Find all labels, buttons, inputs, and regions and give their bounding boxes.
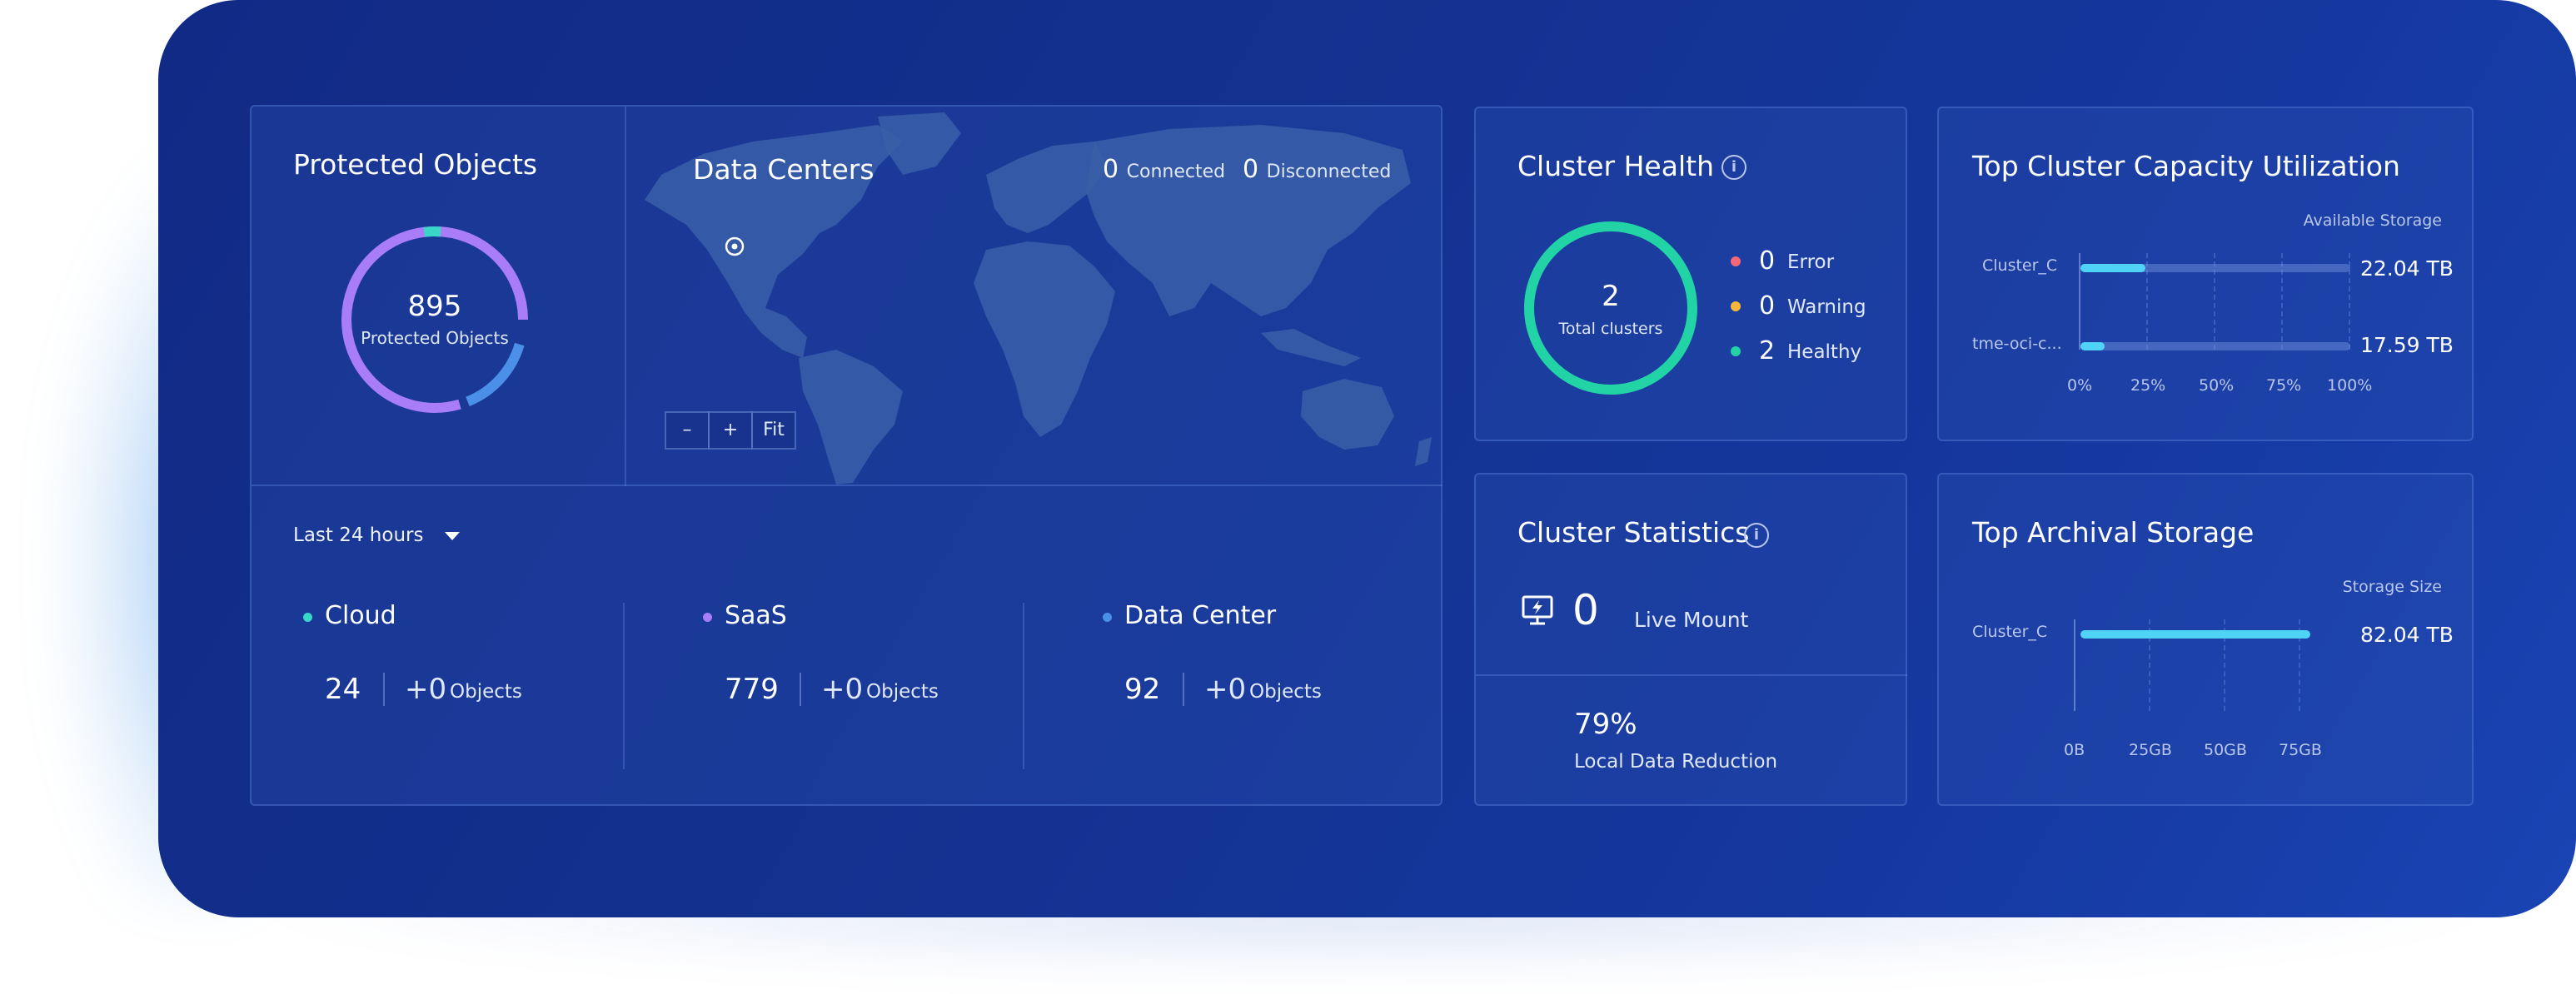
capacity-row-value: 22.04 TB: [2360, 256, 2454, 281]
archival-legend: Storage Size: [2342, 578, 2442, 596]
info-icon[interactable]: i: [1721, 155, 1746, 180]
archival-card: Top Archival Storage Storage Size Cluste…: [1937, 473, 2474, 806]
live-mount-count: 0: [1572, 586, 1599, 634]
time-filter-label: Last 24 hours: [293, 524, 424, 546]
cloud-label: Cloud: [325, 601, 396, 630]
connected-count: 0: [1103, 155, 1119, 184]
connected-label: Connected: [1126, 162, 1226, 182]
data-center-delta: +0: [1204, 673, 1247, 706]
live-mount-label: Live Mount: [1634, 608, 1749, 632]
error-label: Error: [1787, 251, 1835, 273]
zoom-in-button[interactable]: +: [708, 411, 753, 450]
archival-bar[interactable]: [2080, 630, 2310, 639]
disconnected-label: Disconnected: [1266, 162, 1392, 182]
divider: [625, 107, 626, 486]
warning-label: Warning: [1787, 296, 1866, 318]
healthy-label: Healthy: [1787, 341, 1862, 363]
saas-unit: Objects: [866, 681, 939, 703]
protected-objects-count: 895: [407, 290, 462, 323]
divider: [800, 673, 801, 706]
capacity-tick-label: 0%: [2067, 376, 2093, 395]
archival-tick-label: 25GB: [2129, 741, 2172, 759]
archival-tick-label: 0B: [2064, 741, 2085, 759]
capacity-title: Top Cluster Capacity Utilization: [1972, 150, 2400, 182]
capacity-tick-label: 50%: [2199, 376, 2235, 395]
saas-dot: [703, 613, 712, 622]
cloud-count: 24: [325, 673, 361, 706]
divider: [623, 603, 625, 769]
data-center-dot: [1103, 613, 1112, 622]
cluster-health-total: 2: [1602, 280, 1620, 313]
data-centers-disconnected: 0 Disconnected: [1243, 155, 1391, 184]
capacity-row-name: Cluster_C: [1982, 256, 2058, 275]
archival-axis: [2074, 619, 2075, 711]
archival-title: Top Archival Storage: [1972, 516, 2255, 549]
cloud-dot: [303, 613, 312, 622]
data-center-unit: Objects: [1249, 681, 1322, 703]
divider: [252, 485, 1442, 486]
data-center-label: Data Center: [1124, 601, 1277, 630]
divider: [1183, 673, 1184, 706]
archival-row-name: Cluster_C: [1972, 623, 2048, 641]
error-count: 0: [1759, 246, 1776, 276]
protected-objects-title: Protected Objects: [293, 148, 538, 181]
dashboard-frame: Protected Objects 895 Protected Objects: [158, 0, 2576, 917]
warning-dot: [1731, 301, 1741, 311]
fit-button[interactable]: Fit: [751, 411, 796, 450]
disconnected-count: 0: [1243, 155, 1259, 184]
data-centers-title: Data Centers: [693, 153, 874, 186]
healthy-count: 2: [1759, 336, 1776, 365]
capacity-tick-label: 75%: [2266, 376, 2302, 395]
capacity-bar[interactable]: [2080, 264, 2145, 272]
capacity-row-name: tme-oci-c...: [1972, 335, 2062, 353]
zoom-out-button[interactable]: –: [665, 411, 710, 450]
saas-delta: +0: [821, 673, 864, 706]
info-icon[interactable]: i: [1744, 523, 1769, 548]
error-dot: [1731, 256, 1741, 266]
cluster-health-card: Cluster Health i 2 Total clusters 0 Erro…: [1474, 107, 1907, 441]
overview-card: Protected Objects 895 Protected Objects: [250, 105, 1442, 806]
capacity-legend: Available Storage: [2303, 211, 2442, 230]
chevron-down-icon: [444, 531, 460, 540]
saas-label: SaaS: [725, 601, 787, 630]
capacity-row-value: 17.59 TB: [2360, 333, 2454, 357]
divider: [1476, 674, 1907, 676]
cluster-statistics-title: Cluster Statistics: [1517, 516, 1750, 549]
cloud-delta: +0: [405, 673, 447, 706]
archival-row-value: 82.04 TB: [2360, 623, 2454, 647]
cluster-health-title: Cluster Health: [1517, 150, 1714, 182]
cluster-statistics-card: Cluster Statistics i 0 Live Mount 79% Lo…: [1474, 473, 1907, 806]
live-mount-icon: [1522, 595, 1553, 625]
divider: [383, 673, 385, 706]
archival-tick-label: 50GB: [2204, 741, 2247, 759]
capacity-tick-label: 100%: [2327, 376, 2373, 395]
capacity-tick-label: 25%: [2130, 376, 2166, 395]
divider: [1023, 603, 1024, 769]
protected-objects-count-label: Protected Objects: [361, 328, 509, 348]
data-center-count: 92: [1124, 673, 1161, 706]
data-reduction-value: 79%: [1574, 708, 1637, 741]
warning-count: 0: [1759, 291, 1776, 321]
saas-count: 779: [725, 673, 779, 706]
capacity-bar[interactable]: [2080, 342, 2105, 350]
data-centers-connected: 0 Connected: [1103, 155, 1225, 184]
data-reduction-label: Local Data Reduction: [1574, 751, 1778, 773]
capacity-card: Top Cluster Capacity Utilization Availab…: [1937, 107, 2474, 441]
capacity-bar-track: [2080, 342, 2350, 350]
archival-tick-label: 75GB: [2279, 741, 2322, 759]
time-filter-dropdown[interactable]: Last 24 hours: [293, 524, 460, 546]
cluster-health-total-label: Total clusters: [1558, 320, 1663, 338]
cloud-unit: Objects: [450, 681, 522, 703]
healthy-dot: [1731, 346, 1741, 356]
